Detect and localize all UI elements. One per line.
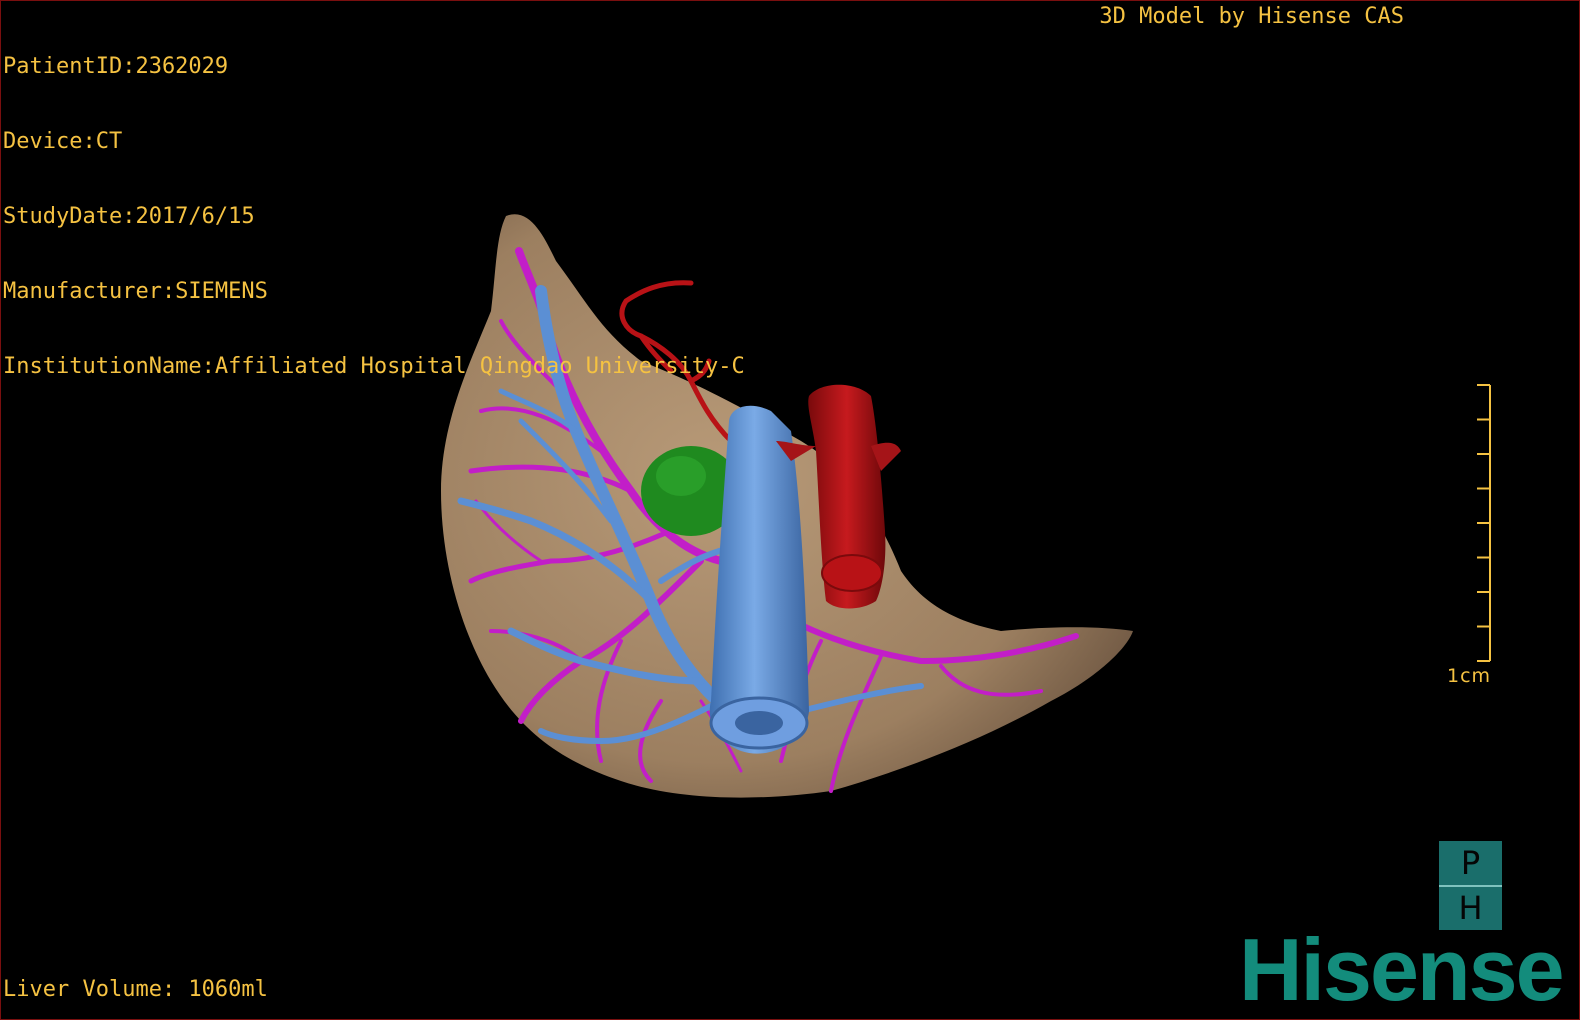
- 3d-viewport[interactable]: PatientID:2362029 Device:CT StudyDate:20…: [0, 0, 1580, 1020]
- model-credit-label: 3D Model by Hisense CAS: [1099, 4, 1404, 29]
- scale-label: 1cm: [1447, 665, 1492, 687]
- scale-bar: [1477, 384, 1491, 662]
- orientation-marker: P H: [1439, 841, 1502, 930]
- liver-volume-label: Liver Volume: 1060ml: [3, 977, 268, 1002]
- study-date-label: StudyDate:2017/6/15: [3, 204, 255, 229]
- orientation-top-letter: P: [1439, 841, 1502, 887]
- device-label: Device:CT: [3, 129, 123, 154]
- patient-id-label: PatientID:2362029: [3, 54, 229, 79]
- patient-info-block: PatientID:2362029 Device:CT StudyDate:20…: [3, 4, 745, 429]
- hisense-logo: Hisense: [1239, 920, 1565, 1019]
- manufacturer-label: Manufacturer:SIEMENS: [3, 279, 268, 304]
- institution-label: InstitutionName:Affiliated Hospital Qing…: [3, 354, 745, 379]
